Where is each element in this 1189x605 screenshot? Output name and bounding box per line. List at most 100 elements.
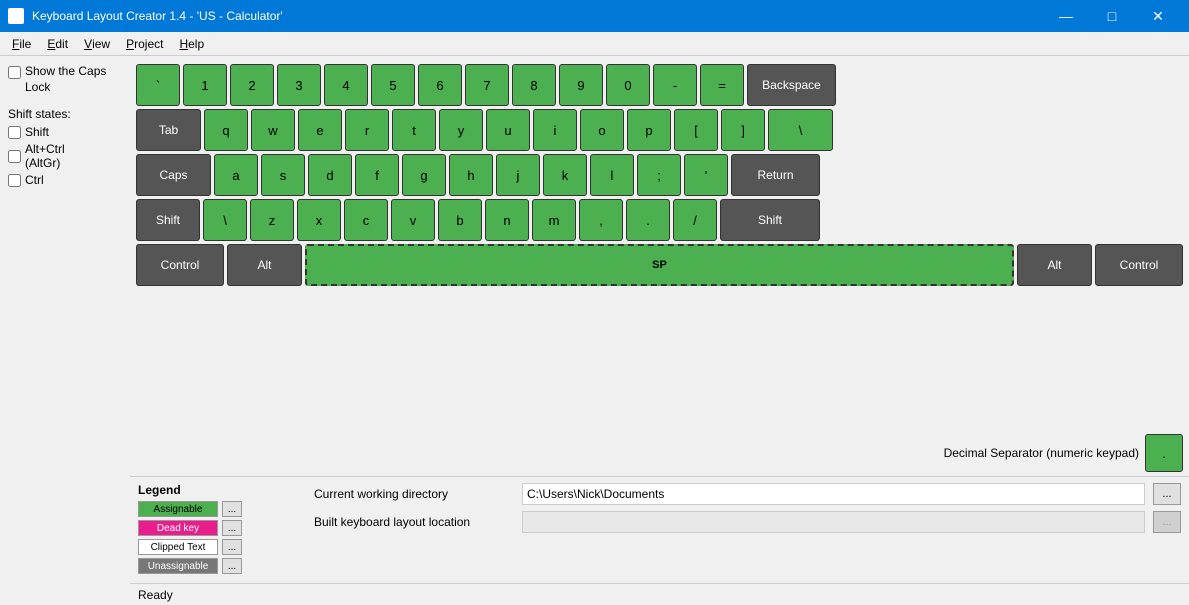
key-n[interactable]: n bbox=[485, 199, 529, 241]
built-layout-input[interactable] bbox=[522, 511, 1145, 533]
key-j[interactable]: j bbox=[496, 154, 540, 196]
key-7[interactable]: 7 bbox=[465, 64, 509, 106]
shift-checkbox[interactable] bbox=[8, 126, 21, 139]
key-a[interactable]: a bbox=[214, 154, 258, 196]
title-bar: ⌨ Keyboard Layout Creator 1.4 - 'US - Ca… bbox=[0, 0, 1189, 32]
key-backslash2[interactable]: \ bbox=[203, 199, 247, 241]
key-rbracket[interactable]: ] bbox=[721, 109, 765, 151]
key-8[interactable]: 8 bbox=[512, 64, 556, 106]
legend-assignable: Assignable ... bbox=[138, 501, 298, 517]
shift-states-section: Shift states: Shift Alt+Ctrl(AltGr) Ctrl bbox=[8, 107, 122, 187]
shift-label: Shift bbox=[25, 125, 49, 139]
caps-lock-checkbox[interactable] bbox=[8, 66, 21, 79]
working-dir-row: Current working directory ... bbox=[314, 483, 1181, 505]
key-slash[interactable]: / bbox=[673, 199, 717, 241]
key-ctrl-left[interactable]: Control bbox=[136, 244, 224, 286]
unassignable-btn[interactable]: ... bbox=[222, 558, 242, 574]
key-i[interactable]: i bbox=[533, 109, 577, 151]
key-5[interactable]: 5 bbox=[371, 64, 415, 106]
key-9[interactable]: 9 bbox=[559, 64, 603, 106]
clipped-btn[interactable]: ... bbox=[222, 539, 242, 555]
working-dir-browse[interactable]: ... bbox=[1153, 483, 1181, 505]
key-backtick[interactable]: ` bbox=[136, 64, 180, 106]
key-backslash[interactable]: \ bbox=[768, 109, 833, 151]
key-row-qwerty: Tab q w e r t y u i o p [ ] \ bbox=[136, 109, 1183, 151]
key-tab[interactable]: Tab bbox=[136, 109, 201, 151]
menu-project[interactable]: Project bbox=[118, 32, 171, 55]
decimal-key[interactable]: . bbox=[1145, 434, 1183, 472]
caps-lock-label: Show the Caps Lock bbox=[25, 64, 122, 95]
key-d[interactable]: d bbox=[308, 154, 352, 196]
key-l[interactable]: l bbox=[590, 154, 634, 196]
key-t[interactable]: t bbox=[392, 109, 436, 151]
key-1[interactable]: 1 bbox=[183, 64, 227, 106]
key-k[interactable]: k bbox=[543, 154, 587, 196]
key-y[interactable]: y bbox=[439, 109, 483, 151]
key-alt-right[interactable]: Alt bbox=[1017, 244, 1092, 286]
unassignable-color: Unassignable bbox=[138, 558, 218, 574]
key-c[interactable]: c bbox=[344, 199, 388, 241]
key-m[interactable]: m bbox=[532, 199, 576, 241]
assignable-btn[interactable]: ... bbox=[222, 501, 242, 517]
key-q[interactable]: q bbox=[204, 109, 248, 151]
altctrl-checkbox[interactable] bbox=[8, 150, 21, 163]
maximize-button[interactable]: □ bbox=[1089, 0, 1135, 32]
key-6[interactable]: 6 bbox=[418, 64, 462, 106]
key-row-bottom: Control Alt SP Alt Control bbox=[136, 244, 1183, 286]
key-4[interactable]: 4 bbox=[324, 64, 368, 106]
deadkey-btn[interactable]: ... bbox=[222, 520, 242, 536]
built-layout-browse: ... bbox=[1153, 511, 1181, 533]
altctrl-checkbox-row: Alt+Ctrl(AltGr) bbox=[8, 142, 122, 170]
working-dir-input[interactable] bbox=[522, 483, 1145, 505]
key-shift-right[interactable]: Shift bbox=[720, 199, 820, 241]
key-minus[interactable]: - bbox=[653, 64, 697, 106]
key-row-asdf: Caps a s d f g h j k l ; ' Return bbox=[136, 154, 1183, 196]
menu-help[interactable]: Help bbox=[171, 32, 212, 55]
minimize-button[interactable]: — bbox=[1043, 0, 1089, 32]
key-semicolon[interactable]: ; bbox=[637, 154, 681, 196]
window-title: Keyboard Layout Creator 1.4 - 'US - Calc… bbox=[32, 9, 283, 23]
key-return[interactable]: Return bbox=[731, 154, 820, 196]
key-e[interactable]: e bbox=[298, 109, 342, 151]
shift-checkbox-row: Shift bbox=[8, 125, 122, 139]
key-lbracket[interactable]: [ bbox=[674, 109, 718, 151]
key-r[interactable]: r bbox=[345, 109, 389, 151]
status-text: Ready bbox=[138, 588, 173, 602]
close-button[interactable]: ✕ bbox=[1135, 0, 1181, 32]
key-o[interactable]: o bbox=[580, 109, 624, 151]
key-equals[interactable]: = bbox=[700, 64, 744, 106]
key-w[interactable]: w bbox=[251, 109, 295, 151]
key-h[interactable]: h bbox=[449, 154, 493, 196]
key-v[interactable]: v bbox=[391, 199, 435, 241]
keyboard-area: ` 1 2 3 4 5 6 7 8 9 0 - = Backspace Tab … bbox=[130, 56, 1189, 430]
key-comma[interactable]: , bbox=[579, 199, 623, 241]
key-period[interactable]: . bbox=[626, 199, 670, 241]
key-3[interactable]: 3 bbox=[277, 64, 321, 106]
menu-view[interactable]: View bbox=[76, 32, 118, 55]
key-backspace[interactable]: Backspace bbox=[747, 64, 836, 106]
key-b[interactable]: b bbox=[438, 199, 482, 241]
legend-clipped: Clipped Text ... bbox=[138, 539, 298, 555]
key-f[interactable]: f bbox=[355, 154, 399, 196]
key-space[interactable]: SP bbox=[305, 244, 1014, 286]
key-p[interactable]: p bbox=[627, 109, 671, 151]
menu-file[interactable]: File bbox=[4, 32, 39, 55]
ctrl-checkbox[interactable] bbox=[8, 174, 21, 187]
key-alt-left[interactable]: Alt bbox=[227, 244, 302, 286]
key-z[interactable]: z bbox=[250, 199, 294, 241]
key-ctrl-right[interactable]: Control bbox=[1095, 244, 1183, 286]
menu-edit[interactable]: Edit bbox=[39, 32, 76, 55]
key-u[interactable]: u bbox=[486, 109, 530, 151]
clipped-color: Clipped Text bbox=[138, 539, 218, 555]
key-shift-left[interactable]: Shift bbox=[136, 199, 200, 241]
key-2[interactable]: 2 bbox=[230, 64, 274, 106]
altctrl-label: Alt+Ctrl(AltGr) bbox=[25, 142, 65, 170]
key-caps[interactable]: Caps bbox=[136, 154, 211, 196]
deadkey-color: Dead key bbox=[138, 520, 218, 536]
key-s[interactable]: s bbox=[261, 154, 305, 196]
info-area: Legend Assignable ... Dead key ... Clipp… bbox=[130, 476, 1189, 583]
key-x[interactable]: x bbox=[297, 199, 341, 241]
key-0[interactable]: 0 bbox=[606, 64, 650, 106]
key-g[interactable]: g bbox=[402, 154, 446, 196]
key-quote[interactable]: ' bbox=[684, 154, 728, 196]
